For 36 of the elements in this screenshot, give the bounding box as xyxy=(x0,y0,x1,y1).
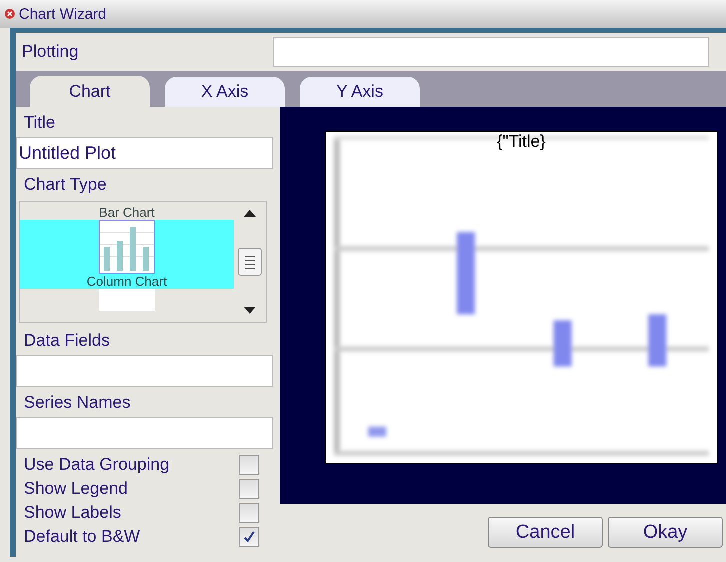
chart-type-label: Chart Type xyxy=(23,174,108,196)
tab[interactable]: X Axis xyxy=(165,77,285,107)
close-icon[interactable] xyxy=(5,9,15,19)
title-label: Title xyxy=(23,112,56,134)
checkbox[interactable] xyxy=(239,455,259,475)
chart-type-item[interactable]: Bar Chart xyxy=(20,202,234,220)
chart-type-label: Column Chart xyxy=(86,274,168,289)
window-title: Chart Wizard xyxy=(19,6,107,22)
tab[interactable]: Y Axis xyxy=(300,77,420,107)
scroll-thumb[interactable] xyxy=(238,248,262,276)
scroll-up-icon[interactable] xyxy=(244,210,256,217)
option-label: Show Labels xyxy=(24,503,122,523)
title-field[interactable]: Untitled Plot xyxy=(16,137,273,169)
data-fields-field[interactable] xyxy=(16,355,273,387)
chart-type-label: Bar Chart xyxy=(99,205,155,220)
chart-icon xyxy=(99,289,155,311)
series-names-field[interactable] xyxy=(16,417,273,449)
plotting-label: Plotting xyxy=(22,42,80,62)
data-fields-label: Data Fields xyxy=(23,330,111,352)
option-label: Use Data Grouping xyxy=(24,455,170,475)
checkbox[interactable] xyxy=(239,503,259,523)
scroll-down-icon[interactable] xyxy=(244,307,256,314)
option-label: Show Legend xyxy=(24,479,128,499)
chart-type-item[interactable]: Column Chart xyxy=(20,220,234,289)
check-icon xyxy=(243,531,255,543)
tab[interactable]: Chart xyxy=(30,76,150,107)
series-names-label: Series Names xyxy=(23,392,132,414)
chart-type-list[interactable]: Bar Chart Column Chart xyxy=(19,201,267,323)
preview-title: {"Title} xyxy=(497,132,546,151)
dialog-button[interactable]: Cancel xyxy=(488,517,603,548)
plotting-field[interactable] xyxy=(273,37,709,67)
dialog-button[interactable]: Okay xyxy=(608,517,723,548)
chart-icon xyxy=(99,220,155,274)
option-label: Default to B&W xyxy=(24,527,140,547)
checkbox[interactable] xyxy=(239,479,259,499)
checkbox[interactable] xyxy=(239,527,259,547)
